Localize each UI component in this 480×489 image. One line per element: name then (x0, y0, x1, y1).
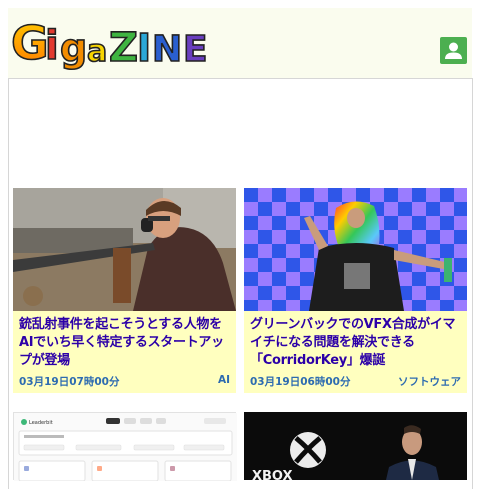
gigazine-logo[interactable]: G i g a Z I N E (11, 12, 221, 74)
svg-text:E: E (183, 29, 208, 70)
svg-text:I: I (137, 26, 151, 70)
article-date: 03月19日07時00分 (19, 376, 120, 388)
article-thumbnail[interactable] (244, 188, 467, 311)
bottom-card-logo-text: XBOX (252, 469, 293, 480)
svg-text:i: i (45, 23, 59, 69)
article-category[interactable]: ソフトウェア (398, 374, 461, 389)
site-header: G i g a Z I N E (8, 8, 472, 78)
svg-text:Z: Z (109, 25, 138, 71)
vfx-photo (244, 188, 467, 311)
article-thumbnail[interactable] (13, 188, 236, 311)
user-icon (445, 42, 462, 59)
article-card[interactable]: Leaderbit (13, 412, 237, 482)
article-card[interactable]: グリーンバックでのVFX合成がイマイチになる問題を解決できる「CorridorK… (244, 188, 467, 393)
svg-text:N: N (152, 29, 182, 70)
article-card[interactable]: XBOX (244, 412, 467, 484)
app-screenshot-thumbnail: Leaderbit (14, 413, 237, 482)
article-title[interactable]: 銃乱射事件を起こそうとする人物をAIでいち早く特定するスタートアップが登場 (19, 316, 232, 370)
article-card[interactable]: 銃乱射事件を起こそうとする人物をAIでいち早く特定するスタートアップが登場 03… (13, 188, 236, 393)
article-meta: 03月19日07時00分 AI (19, 374, 230, 390)
svg-text:G: G (11, 16, 49, 70)
svg-text:a: a (87, 34, 107, 69)
user-button[interactable] (440, 37, 467, 64)
ad-space (9, 79, 472, 187)
shooter-photo (13, 188, 236, 311)
article-meta: 03月19日06時00分 ソフトウェア (250, 374, 461, 390)
article-category[interactable]: AI (218, 374, 230, 386)
article-title[interactable]: グリーンバックでのVFX合成がイマイチになる問題を解決できる「CorridorK… (250, 316, 463, 370)
article-date: 03月19日06時00分 (250, 376, 351, 388)
xbox-photo-thumbnail: XBOX (244, 412, 467, 484)
svg-text:g: g (60, 26, 87, 70)
bottom-card-logo-text: Leaderbit (29, 420, 53, 426)
